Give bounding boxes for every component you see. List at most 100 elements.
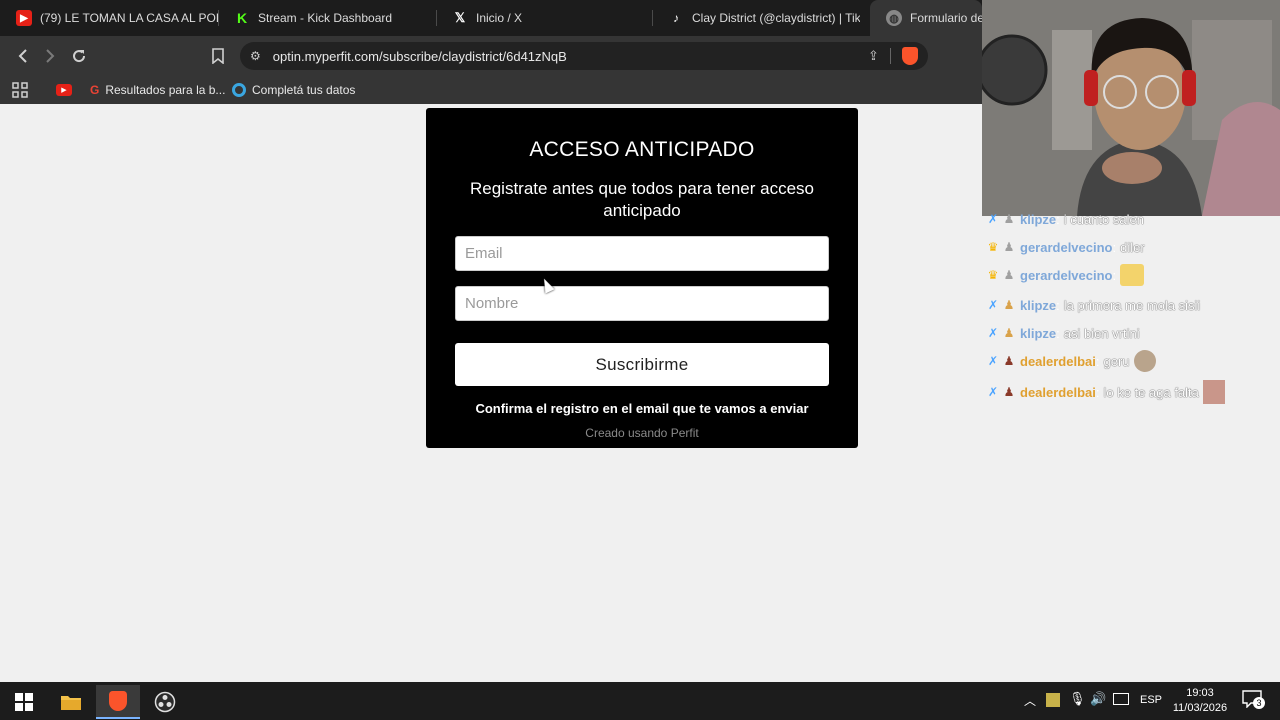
brave-browser-taskbar-icon[interactable] [96,685,140,719]
user-badge-icon: ♟ [1003,240,1015,254]
tab-kick[interactable]: K Stream - Kick Dashboard [218,0,436,36]
name-placeholder: Nombre [465,295,519,312]
chat-message: ♛ ♟ gerardelvecino: diler [987,239,1145,255]
file-explorer-icon[interactable] [49,685,93,719]
crown-badge-icon: ♛ [987,268,999,282]
chat-message: ✗ ♟ dealerdelbai: lo ke te aga falta [986,380,1225,404]
chat-emote-icon [1120,264,1145,286]
notification-center-button[interactable]: 3 [1242,690,1265,709]
chat-message: ✗ ♟ klipze: la primera me mola sisii [987,297,1201,313]
email-placeholder: Email [465,245,503,262]
confirm-text: Confirma el registro en el email que te … [475,401,809,416]
chat-message: ✗ ♟ klipze: asi bien vrtini [987,325,1140,341]
chat-username: klipze [1020,211,1057,227]
kick-icon: K [234,10,250,26]
chat-username: klipze [1020,297,1057,313]
brave-shield-icon[interactable] [902,47,918,65]
microphone-icon[interactable]: 🎙 [1069,691,1086,707]
bookmark-google-results[interactable]: G Resultados para la b... [90,81,225,99]
tiktok-icon: ♪ [673,11,679,25]
bookmark-label: Completá tus datos [252,83,356,97]
webcam-overlay [982,0,1280,216]
sword-badge-icon: ✗ [987,354,999,368]
email-field[interactable]: Email [455,236,829,271]
chat-text: i cuanto salen [1063,211,1144,227]
bookmark-button[interactable] [206,44,230,68]
user-badge-icon: ♟ [1003,212,1015,226]
subscribe-button[interactable]: Suscribirme [455,343,829,386]
chat-emote-icon [1202,380,1225,404]
bookmark-youtube[interactable]: ▶ [56,81,72,99]
clock-date: 11/03/2026 [1172,702,1228,714]
youtube-icon: ▶ [56,84,72,96]
perfit-credit-link[interactable]: Creado usando Perfit [426,426,858,440]
user-badge-icon: ♟ [1003,354,1015,368]
obs-icon[interactable] [143,685,187,719]
tray-app-icon[interactable] [1046,693,1060,707]
circle-icon [232,83,246,97]
user-badge-icon: ♟ [1003,385,1015,399]
tab-perfit-form[interactable]: ◍ Formulario de S [870,0,982,36]
signup-card: ACCESO ANTICIPADO Registrate antes que t… [426,108,858,448]
bookmark-completa-datos[interactable]: Completá tus datos [232,81,355,99]
tab-x[interactable]: 𝕏 Inicio / X [436,0,652,36]
share-icon[interactable]: ⇪ [868,48,879,64]
windows-taskbar: ︿ 🎙 🔊 ESP 19:03 11/03/2026 3 [0,682,1280,720]
tab-label: Stream - Kick Dashboard [258,11,393,25]
chat-username: dealerdelbai [1020,384,1096,400]
tab-label: Clay District (@claydistrict) | TikTok [692,11,860,25]
webcam-person-image [982,0,1280,216]
tab-label: Formulario de S [910,11,982,25]
user-badge-icon: ♟ [1003,326,1015,340]
address-bar[interactable]: ⚙ optin.myperfit.com/subscribe/claydistr… [240,42,928,70]
youtube-icon: ▶ [16,10,32,26]
page-content: ACCESO ANTICIPADO Registrate antes que t… [2,108,982,682]
tab-youtube[interactable]: ▶ (79) LE TOMAN LA CASA AL POLA [0,0,218,36]
forward-button[interactable] [38,44,62,68]
site-settings-icon[interactable]: ⚙ [250,49,261,63]
form-title: ACCESO ANTICIPADO [529,138,755,161]
clock-time: 19:03 [1186,687,1214,699]
form-subtitle: Registrate antes que todos para tener ac… [470,179,814,220]
user-badge-icon: ♟ [1003,298,1015,312]
start-button[interactable] [2,685,46,719]
back-button[interactable] [11,44,35,68]
chat-username: dealerdelbai [1020,353,1096,369]
stream-chat-overlay: ✗ ♟ klipze: i cuanto salen ♛ ♟ gerardelv… [982,212,1280,682]
sword-badge-icon: ✗ [987,326,999,340]
sword-badge-icon: ✗ [987,385,999,399]
url-text: optin.myperfit.com/subscribe/claydistric… [272,48,567,64]
chat-message: ✗ ♟ dealerdelbai: geru [986,350,1156,372]
chat-message: ✗ ♟ klipze: i cuanto salen [987,211,1144,227]
chat-text: lo ke te aga falta [1103,384,1199,400]
language-indicator[interactable]: ESP [1140,694,1162,706]
chat-text: diler [1120,239,1145,255]
chat-text: asi bien vrtini [1063,325,1140,341]
chat-emote-icon [1133,350,1156,372]
crown-badge-icon: ♛ [987,240,999,254]
chat-username: klipze [1020,325,1057,341]
show-hidden-icons-button[interactable]: ︿ [1024,692,1036,709]
sword-badge-icon: ✗ [987,212,999,226]
bookmark-label: Resultados para la b... [105,83,226,97]
tab-tiktok[interactable]: ♪ Clay District (@claydistrict) | TikTok [652,0,860,36]
tab-label: Inicio / X [476,11,523,25]
tab-label: (79) LE TOMAN LA CASA AL POLA [40,11,218,25]
chat-username: gerardelvecino [1020,239,1113,255]
globe-icon: ◍ [886,10,902,26]
user-badge-icon: ♟ [1003,268,1015,282]
speaker-icon[interactable]: 🔊 [1090,691,1106,707]
sword-badge-icon: ✗ [987,298,999,312]
chat-text: geru [1103,353,1130,369]
name-field[interactable]: Nombre [455,286,829,321]
notification-count-badge: 3 [1253,697,1265,709]
clock[interactable]: 19:03 11/03/2026 [1170,686,1230,716]
google-icon: G [90,83,100,97]
network-icon[interactable] [1113,693,1129,705]
reload-button[interactable] [67,44,91,68]
chat-text: la primera me mola sisii [1063,297,1201,313]
apps-grid-icon[interactable] [12,81,28,99]
x-icon: 𝕏 [454,10,466,25]
chat-message: ♛ ♟ gerardelvecino: [986,264,1145,286]
chat-username: gerardelvecino [1020,267,1113,283]
